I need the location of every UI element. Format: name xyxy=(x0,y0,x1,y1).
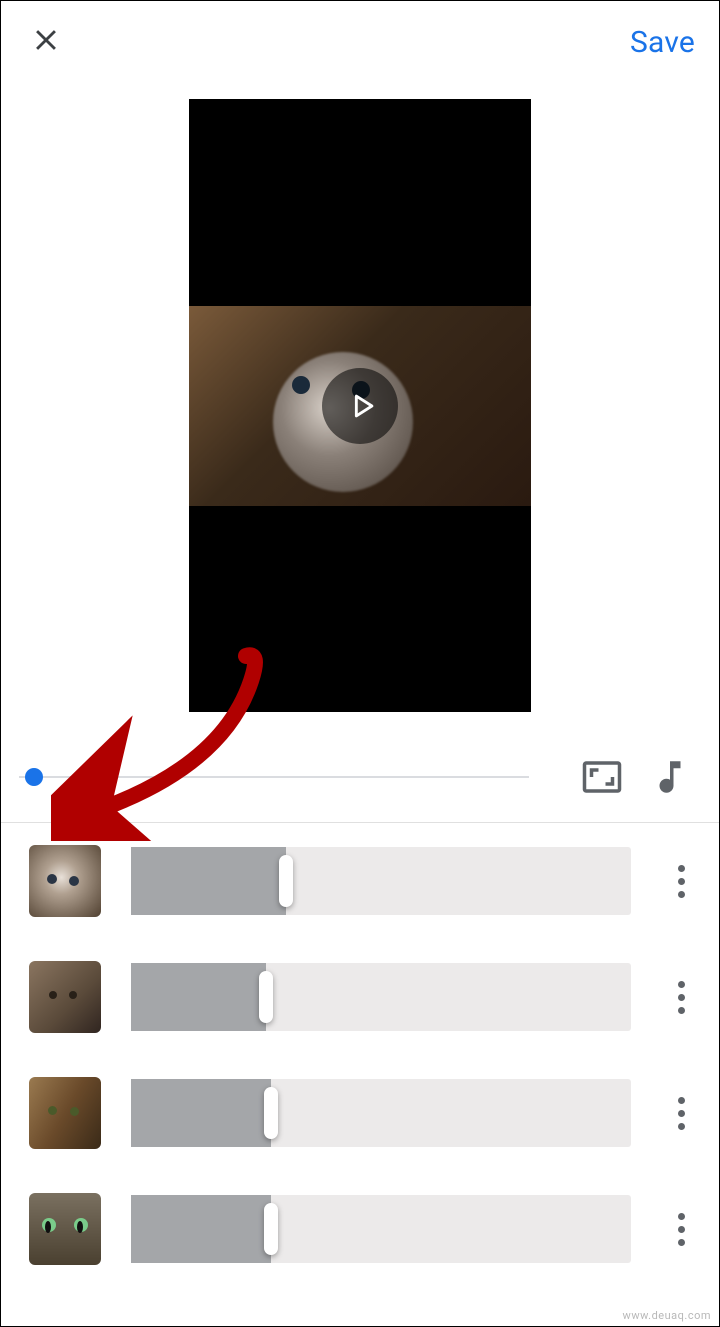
clip-duration-bar[interactable] xyxy=(131,1195,631,1263)
clip-trim-handle[interactable] xyxy=(264,1087,278,1139)
editor-header: Save xyxy=(1,1,719,75)
aspect-ratio-button[interactable] xyxy=(577,752,627,802)
music-note-icon xyxy=(649,756,691,798)
clip-duration-bar[interactable] xyxy=(131,1079,631,1147)
play-button[interactable] xyxy=(322,368,398,444)
clip-thumbnail[interactable] xyxy=(29,1077,101,1149)
clip-fill xyxy=(131,847,286,915)
clip-duration-bar[interactable] xyxy=(131,963,631,1031)
clip-thumbnail[interactable] xyxy=(29,961,101,1033)
close-icon xyxy=(29,23,63,57)
playback-controls-row xyxy=(1,712,719,822)
save-button[interactable]: Save xyxy=(630,25,695,60)
clip-row xyxy=(29,939,701,1055)
clip-list xyxy=(1,823,719,1287)
clip-thumbnail[interactable] xyxy=(29,845,101,917)
clip-trim-handle[interactable] xyxy=(279,855,293,907)
watermark-text: www.deuaq.com xyxy=(623,1309,711,1322)
clip-trim-handle[interactable] xyxy=(264,1203,278,1255)
aspect-ratio-icon xyxy=(581,756,623,798)
clip-duration-bar[interactable] xyxy=(131,847,631,915)
clip-row xyxy=(29,823,701,939)
music-button[interactable] xyxy=(645,752,695,802)
clip-row xyxy=(29,1171,701,1287)
timeline-track xyxy=(19,776,529,778)
clip-trim-handle[interactable] xyxy=(259,971,273,1023)
clip-more-button[interactable] xyxy=(661,865,701,898)
video-preview-area xyxy=(1,75,719,712)
clip-thumbnail[interactable] xyxy=(29,1193,101,1265)
clip-fill xyxy=(131,1195,271,1263)
clip-more-button[interactable] xyxy=(661,1213,701,1246)
timeline-handle[interactable] xyxy=(25,768,43,786)
clip-row xyxy=(29,1055,701,1171)
play-icon xyxy=(345,389,379,423)
playback-timeline[interactable] xyxy=(19,767,529,787)
clip-fill xyxy=(131,963,266,1031)
clip-more-button[interactable] xyxy=(661,981,701,1014)
clip-fill xyxy=(131,1079,271,1147)
close-button[interactable] xyxy=(29,23,63,61)
video-frame[interactable] xyxy=(189,99,531,712)
clip-more-button[interactable] xyxy=(661,1097,701,1130)
